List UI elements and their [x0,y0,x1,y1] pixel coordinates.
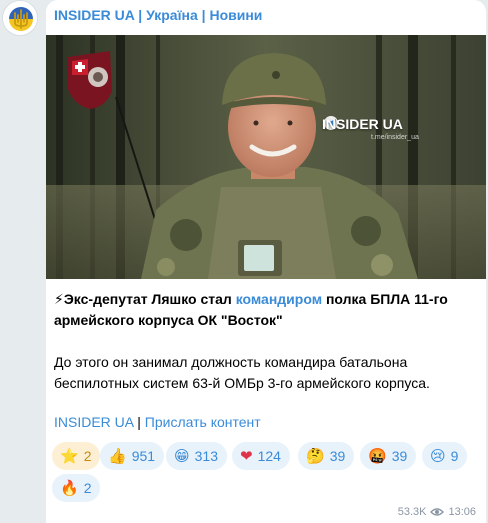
channel-link[interactable]: INSIDER UA [54,414,133,430]
grin-icon: 😁 [174,447,190,465]
headline-link[interactable]: командиром [236,291,322,307]
channel-avatar[interactable] [2,0,38,36]
reaction-heart[interactable]: ❤ 124 [232,442,290,470]
reaction-count: 39 [391,448,408,464]
submit-content-link[interactable]: Прислать контент [145,414,261,430]
reaction-thinking[interactable]: 🤔 39 [298,442,355,470]
post-links: INSIDER UA | Прислать контент [54,414,261,430]
photo-watermark: INSIDER UA [322,116,403,132]
reaction-count: 39 [329,448,346,464]
thumbs-up-icon: 👍 [108,447,127,465]
fire-icon: 🔥 [60,479,79,497]
post-time: 13:06 [448,506,476,518]
soldier-photo [46,35,486,279]
reaction-star[interactable]: ⭐ 2 [52,442,101,470]
reaction-count: 124 [257,448,281,464]
view-count: 53.3K [397,506,427,518]
message-bubble: INSIDER UA | Україна | Новини INSIDER UA… [46,0,486,523]
post-headline: ⚡Экс-депутат Ляшко стал командиром полка… [54,289,478,331]
lightning-icon: ⚡ [54,291,64,307]
reaction-count: 951 [131,448,156,464]
reaction-grin[interactable]: 😁 313 [166,442,227,470]
crying-icon: 😢 [430,447,446,465]
eye-icon [430,508,445,516]
heart-icon: ❤ [240,447,253,465]
reaction-angry[interactable]: 🤬 39 [360,442,417,470]
reaction-count: 9 [450,448,459,464]
angry-icon: 🤬 [368,447,387,465]
post-paragraph: До этого он занимал должность командира … [54,354,430,391]
star-icon: ⭐ [60,447,79,465]
headline-text: Экс-депутат Ляшко стал [63,291,236,307]
reaction-count: 313 [194,448,218,464]
thinking-icon: 🤔 [306,447,325,465]
photo-watermark-handle: t.me/insider_ua [371,134,419,141]
channel-name[interactable]: INSIDER UA | Україна | Новини [54,7,262,23]
post-photo[interactable]: INSIDER UA t.me/insider_ua [46,35,486,279]
reaction-count: 2 [83,480,92,496]
reaction-thumbs-up[interactable]: 👍 951 [100,442,165,470]
link-separator: | [133,414,145,430]
trident-icon [3,1,37,35]
reaction-crying[interactable]: 😢 9 [422,442,468,470]
reaction-count: 2 [83,448,92,464]
message-meta: 53.3K 13:06 [398,506,476,518]
post-text: ⚡Экс-депутат Ляшко стал командиром полка… [54,289,478,394]
reaction-fire[interactable]: 🔥 2 [52,474,101,502]
